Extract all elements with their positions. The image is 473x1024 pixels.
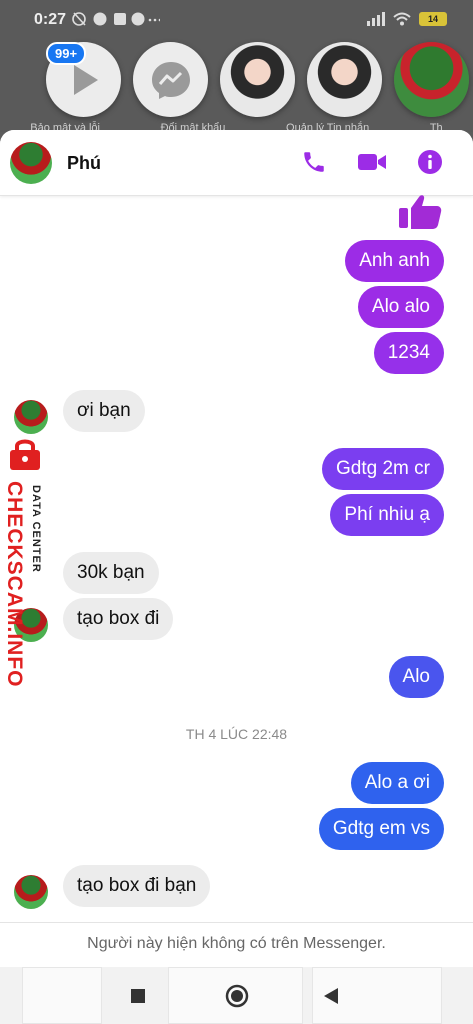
status-notification-icons bbox=[72, 11, 160, 27]
message-bubble-outgoing[interactable]: Phí nhiu ạ bbox=[330, 494, 444, 536]
message-bubble-incoming[interactable]: tạo box đi bbox=[63, 598, 174, 640]
message-bubble-outgoing[interactable]: Alo bbox=[388, 656, 444, 698]
watermark-text: CHECKSCAM.INFO bbox=[3, 481, 26, 688]
timestamp: TH 4 LÚC 22:48 bbox=[185, 726, 288, 742]
chat-head-avatar[interactable] bbox=[220, 42, 295, 117]
play-icon bbox=[73, 64, 98, 95]
unread-badge: 99+ bbox=[46, 42, 87, 65]
notification-icons bbox=[72, 12, 160, 26]
recents-icon[interactable] bbox=[129, 987, 147, 1005]
messenger-icon bbox=[151, 61, 190, 99]
recent-app-preview bbox=[22, 967, 102, 1024]
message-bubble-incoming[interactable]: ơi bạn bbox=[63, 390, 145, 432]
status-right-icons: 14 bbox=[367, 12, 447, 26]
unavailable-notice: Người này hiện không có trên Messenger. bbox=[0, 922, 473, 967]
message-bubble-incoming[interactable]: 30k bạn bbox=[63, 552, 159, 594]
home-icon[interactable] bbox=[225, 984, 249, 1008]
chat-head-avatar[interactable] bbox=[307, 42, 382, 117]
chat-head-messenger[interactable] bbox=[133, 42, 208, 117]
message-bubble-incoming[interactable]: tạo box đi bạn bbox=[63, 865, 211, 907]
watermark-subtext: DATA CENTER bbox=[30, 485, 42, 573]
contact-name[interactable]: Phú bbox=[67, 153, 101, 174]
avatar[interactable] bbox=[14, 875, 48, 909]
avatar[interactable] bbox=[10, 142, 52, 184]
chat-header: Phú bbox=[0, 130, 473, 196]
message-bubble-outgoing[interactable]: Alo alo bbox=[357, 286, 444, 328]
message-bubble-outgoing[interactable]: 1234 bbox=[373, 332, 444, 374]
video-icon[interactable] bbox=[357, 151, 387, 173]
phone-icon[interactable] bbox=[301, 149, 327, 175]
thumbs-up-icon bbox=[399, 195, 442, 229]
chat-head-avatar[interactable] bbox=[394, 42, 469, 117]
status-time: 0:27 bbox=[34, 11, 67, 28]
message-bubble-outgoing[interactable]: Gdtg em vs bbox=[318, 808, 444, 850]
chat-panel: Phú Anh anh Alo alo 1234 ơi bạn Gdtg 2m … bbox=[0, 130, 473, 967]
header-actions bbox=[301, 149, 443, 175]
info-icon[interactable] bbox=[417, 149, 443, 175]
signal-icon bbox=[367, 12, 385, 26]
wifi-icon bbox=[393, 12, 411, 26]
message-bubble-outgoing[interactable]: Anh anh bbox=[345, 240, 444, 282]
battery-indicator: 14 bbox=[419, 12, 447, 26]
back-icon[interactable] bbox=[322, 986, 340, 1006]
lock-icon bbox=[10, 439, 40, 470]
chat-heads bbox=[46, 42, 469, 117]
status-bar: 0:27 14 bbox=[0, 0, 473, 40]
avatar[interactable] bbox=[14, 400, 48, 434]
message-bubble-outgoing[interactable]: Gdtg 2m cr bbox=[322, 448, 444, 490]
message-bubble-outgoing[interactable]: Alo a ơi bbox=[350, 762, 444, 804]
watermark: CHECKSCAM.INFO DATA CENTER bbox=[0, 437, 48, 688]
navigation-bar bbox=[0, 967, 473, 1024]
